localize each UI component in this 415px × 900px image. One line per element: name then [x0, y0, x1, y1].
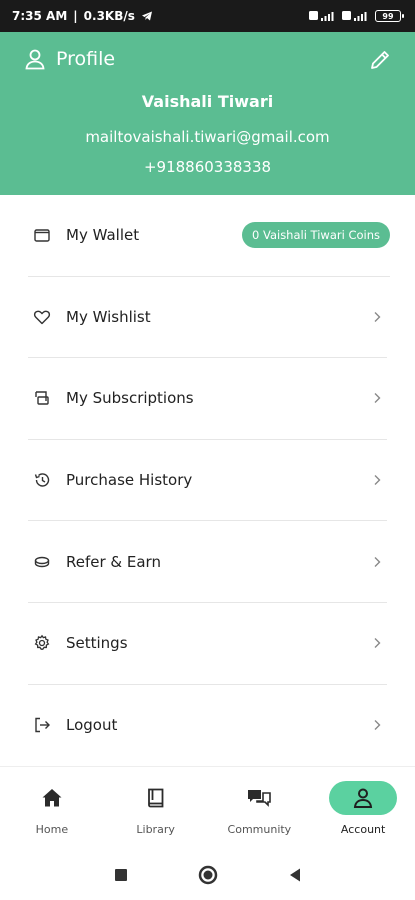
edit-profile-button[interactable] — [369, 49, 391, 75]
logout-icon — [32, 715, 52, 735]
nav-community[interactable]: Community — [208, 767, 312, 850]
bottom-navigation: Home Library Community Account — [0, 766, 415, 850]
menu-item-label: My Wallet — [66, 226, 140, 245]
status-right: 99 — [309, 10, 404, 22]
user-phone: +918860338338 — [143, 158, 272, 176]
status-speed: 0.3KB/s — [83, 9, 135, 23]
menu-item-subscriptions[interactable]: My Subscriptions — [28, 358, 387, 440]
status-time: 7:35 AM — [12, 9, 68, 23]
nav-home[interactable]: Home — [0, 767, 104, 850]
subscriptions-icon — [32, 388, 52, 408]
signal-icon-2 — [342, 11, 367, 21]
menu-item-logout[interactable]: Logout — [28, 685, 387, 767]
battery-level: 99 — [382, 11, 394, 21]
menu-item-label: Purchase History — [66, 471, 193, 490]
page-title: Profile — [56, 48, 116, 70]
pencil-icon — [371, 51, 389, 69]
chevron-right-icon — [374, 638, 381, 649]
history-icon — [32, 470, 52, 490]
status-bar: 7:35 AM | 0.3KB/s 99 — [0, 0, 415, 32]
menu-item-wishlist[interactable]: My Wishlist — [28, 277, 387, 359]
heart-icon — [32, 307, 52, 327]
profile-title-row: Profile — [24, 48, 115, 70]
profile-header: Profile Vaishali Tiwari mailtovaishali.t… — [0, 32, 415, 195]
status-separator: | — [73, 9, 78, 23]
chevron-right-icon — [374, 556, 381, 567]
coins-badge[interactable]: 0 Vaishali Tiwari Coins — [242, 222, 390, 249]
person-outline-icon — [25, 49, 45, 70]
chevron-right-icon — [374, 720, 381, 731]
menu-item-wallet[interactable]: My Wallet 0 Vaishali Tiwari Coins — [28, 195, 390, 277]
menu-item-label: My Wishlist — [66, 307, 151, 326]
home-system-button[interactable] — [198, 865, 218, 885]
nav-home-label: Home — [35, 823, 69, 836]
recents-button[interactable] — [114, 868, 128, 882]
menu-item-purchase-history[interactable]: Purchase History — [28, 440, 387, 522]
wallet-icon — [32, 225, 52, 245]
gear-icon — [32, 633, 52, 653]
user-name: Vaishali Tiwari — [141, 92, 274, 111]
menu-item-settings[interactable]: Settings — [28, 603, 387, 685]
chat-icon — [225, 781, 293, 815]
account-menu: My Wallet 0 Vaishali Tiwari Coins My Wis… — [0, 195, 415, 766]
signal-icon — [309, 11, 334, 21]
book-icon — [122, 781, 190, 815]
status-left: 7:35 AM | 0.3KB/s — [12, 9, 153, 23]
home-icon — [18, 781, 86, 815]
chevron-right-icon — [374, 475, 381, 486]
menu-item-label: Settings — [66, 634, 128, 653]
person-icon — [329, 781, 398, 815]
telegram-icon — [141, 11, 152, 21]
nav-account[interactable]: Account — [311, 767, 415, 850]
nav-library-label: Library — [136, 823, 175, 836]
chevron-right-icon — [374, 311, 381, 322]
system-navigation — [0, 850, 415, 900]
menu-item-label: Refer & Earn — [66, 552, 161, 571]
battery-icon: 99 — [375, 10, 404, 22]
chevron-right-icon — [374, 393, 381, 404]
coins-icon — [32, 552, 52, 572]
menu-item-label: Logout — [66, 716, 118, 735]
back-button[interactable] — [288, 867, 302, 883]
nav-library[interactable]: Library — [104, 767, 208, 850]
nav-account-label: Account — [340, 823, 386, 836]
menu-item-label: My Subscriptions — [66, 389, 194, 408]
user-email: mailtovaishali.tiwari@gmail.com — [85, 128, 330, 146]
nav-community-label: Community — [227, 823, 292, 836]
menu-item-refer-earn[interactable]: Refer & Earn — [28, 521, 387, 603]
